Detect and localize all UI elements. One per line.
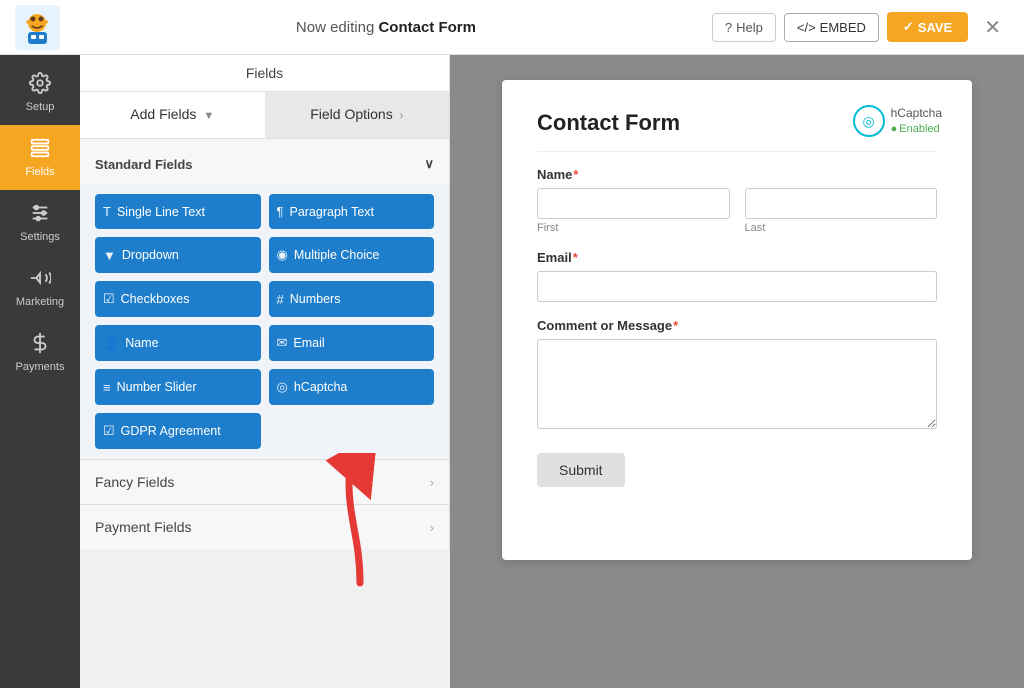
email-input[interactable]: [537, 271, 937, 302]
email-icon: ✉: [277, 335, 288, 351]
field-btn-checkboxes[interactable]: ☑ Checkboxes: [95, 281, 261, 317]
submit-button[interactable]: Submit: [537, 453, 625, 487]
form-group-email: Email*: [537, 250, 937, 302]
field-btn-name[interactable]: 👤 Name: [95, 325, 261, 361]
sidebar-item-payments[interactable]: Payments: [0, 320, 80, 385]
tab-field-options[interactable]: Field Options ›: [265, 92, 450, 138]
embed-button[interactable]: </> EMBED: [784, 13, 879, 42]
fields-title: Fields: [246, 65, 283, 81]
sliders-icon: [29, 202, 51, 227]
hcaptcha-status: ● Enabled: [891, 122, 942, 136]
payment-fields-section: Payment Fields ›: [80, 504, 449, 549]
center-panel-wrapper: Fields Add Fields ▼ Field Options › Stan…: [80, 55, 450, 688]
right-preview: Contact Form ◎ hCaptcha ● Enabled Name*: [450, 55, 1024, 688]
captcha-icon: ◎: [277, 379, 288, 395]
required-star-comment: *: [673, 318, 678, 333]
comment-label: Comment or Message*: [537, 318, 937, 333]
editing-title: Now editing Contact Form: [72, 19, 700, 36]
name-label: Name*: [537, 167, 937, 182]
sidebar-label-settings: Settings: [20, 231, 60, 243]
check-icon: ✓: [903, 19, 914, 35]
field-btn-hcaptcha[interactable]: ◎ hCaptcha: [269, 369, 435, 405]
form-divider: [537, 151, 937, 152]
close-button[interactable]: ✕: [976, 11, 1009, 44]
tab-add-fields[interactable]: Add Fields ▼: [80, 92, 265, 138]
fields-header: Fields: [80, 55, 449, 92]
first-name-field: First: [537, 188, 730, 234]
radio-icon: ◉: [277, 247, 288, 263]
field-btn-dropdown[interactable]: ▼ Dropdown: [95, 237, 261, 273]
paragraph-icon: ¶: [277, 204, 284, 219]
dropdown-icon: ▼: [103, 248, 116, 263]
code-icon: </>: [797, 20, 816, 35]
first-name-input[interactable]: [537, 188, 730, 219]
fancy-fields-label: Fancy Fields: [95, 474, 174, 490]
payment-fields-header[interactable]: Payment Fields ›: [80, 505, 449, 549]
field-btn-gdpr[interactable]: ☑ GDPR Agreement: [95, 413, 261, 449]
slider-icon: ≡: [103, 380, 111, 395]
last-label: Last: [745, 222, 938, 234]
field-btn-email[interactable]: ✉ Email: [269, 325, 435, 361]
help-button[interactable]: ? Help: [712, 13, 776, 42]
payment-fields-label: Payment Fields: [95, 519, 191, 535]
center-panel: Fields Add Fields ▼ Field Options › Stan…: [80, 55, 450, 549]
top-bar-actions: ? Help </> EMBED ✓ SAVE ✕: [712, 11, 1009, 44]
last-name-field: Last: [745, 188, 938, 234]
sidebar-label-setup: Setup: [26, 101, 55, 113]
field-btn-paragraph-text[interactable]: ¶ Paragraph Text: [269, 194, 435, 229]
form-group-comment: Comment or Message*: [537, 318, 937, 432]
chevron-down-icon: ∨: [424, 156, 434, 172]
gear-icon: [29, 72, 51, 97]
main-layout: Setup Fields: [0, 55, 1024, 688]
gdpr-icon: ☑: [103, 423, 115, 439]
megaphone-icon: [29, 267, 51, 292]
sidebar-label-marketing: Marketing: [16, 296, 64, 308]
checkbox-icon: ☑: [103, 291, 115, 307]
comment-textarea[interactable]: [537, 339, 937, 429]
last-name-input[interactable]: [745, 188, 938, 219]
form-card: Contact Form ◎ hCaptcha ● Enabled Name*: [502, 80, 972, 560]
top-bar: Now editing Contact Form ? Help </> EMBE…: [0, 0, 1024, 55]
hcaptcha-logo: ◎: [853, 105, 885, 137]
hash-icon: #: [277, 292, 284, 307]
chevron-right-icon-2: ›: [430, 520, 434, 535]
form-group-name: Name* First Last: [537, 167, 937, 234]
sidebar-item-marketing[interactable]: Marketing: [0, 255, 80, 320]
text-icon: T: [103, 204, 111, 219]
chevron-right-icon: ›: [430, 475, 434, 490]
required-star-email: *: [573, 250, 578, 265]
app-logo: [15, 5, 60, 50]
hcaptcha-label: hCaptcha: [891, 106, 942, 122]
first-label: First: [537, 222, 730, 234]
dollar-icon: [29, 332, 51, 357]
center-tabs: Add Fields ▼ Field Options ›: [80, 92, 449, 139]
sidebar-item-fields[interactable]: Fields: [0, 125, 80, 190]
fancy-fields-section: Fancy Fields ›: [80, 459, 449, 504]
field-btn-number-slider[interactable]: ≡ Number Slider: [95, 369, 261, 405]
sidebar-label-payments: Payments: [16, 361, 65, 373]
sidebar-label-fields: Fields: [25, 166, 54, 178]
name-row: First Last: [537, 188, 937, 234]
help-icon: ?: [725, 20, 732, 35]
standard-fields-header[interactable]: Standard Fields ∨: [80, 144, 449, 184]
required-star: *: [573, 167, 578, 182]
email-label: Email*: [537, 250, 937, 265]
sidebar-item-settings[interactable]: Settings: [0, 190, 80, 255]
field-btn-numbers[interactable]: # Numbers: [269, 281, 435, 317]
field-btn-single-line-text[interactable]: T Single Line Text: [95, 194, 261, 229]
fancy-fields-header[interactable]: Fancy Fields ›: [80, 460, 449, 504]
fields-icon: [29, 137, 51, 162]
left-sidebar: Setup Fields: [0, 55, 80, 688]
hcaptcha-badge: ◎ hCaptcha ● Enabled: [853, 105, 942, 137]
user-icon: 👤: [103, 335, 119, 351]
tab-arrow-icon: ▼: [203, 110, 214, 122]
field-buttons-grid: T Single Line Text ¶ Paragraph Text ▼ Dr…: [80, 184, 449, 459]
sidebar-item-setup[interactable]: Setup: [0, 60, 80, 125]
save-button[interactable]: ✓ SAVE: [887, 12, 968, 42]
tab-arrow-right-icon: ›: [400, 110, 404, 122]
field-btn-multiple-choice[interactable]: ◉ Multiple Choice: [269, 237, 435, 273]
